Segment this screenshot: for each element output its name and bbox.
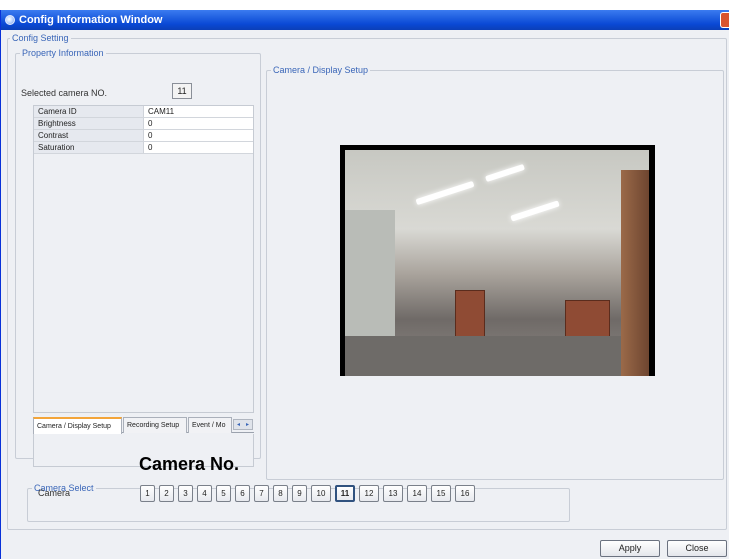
wall-panel (345, 210, 395, 350)
camera-button-7[interactable]: 7 (254, 485, 269, 502)
property-key: Brightness (34, 118, 144, 129)
tab-event-motion[interactable]: Event / Mo (188, 417, 232, 433)
camera-button-12[interactable]: 12 (359, 485, 379, 502)
camera-button-15[interactable]: 15 (431, 485, 451, 502)
camera-button-3[interactable]: 3 (178, 485, 193, 502)
tab-scroll-buttons[interactable]: ◂ ▸ (233, 419, 253, 430)
property-grid: Camera ID CAM11 Brightness 0 Contrast 0 … (33, 105, 254, 413)
camera-button-13[interactable]: 13 (383, 485, 403, 502)
property-row[interactable]: Contrast 0 (34, 130, 253, 142)
pillar (621, 170, 649, 376)
close-button[interactable]: Close (667, 540, 727, 557)
camera-button-5[interactable]: 5 (216, 485, 231, 502)
selected-camera-label: Selected camera NO. (21, 88, 108, 98)
window-title: Config Information Window (19, 14, 163, 26)
property-value[interactable]: 0 (144, 142, 253, 153)
selected-camera-value: 11 (172, 83, 192, 99)
property-value[interactable]: 0 (144, 118, 253, 129)
camera-label: Camera (38, 488, 71, 498)
ceiling-light (485, 163, 525, 183)
config-information-window: Config Information Window Config Setting… (0, 10, 729, 559)
floor (345, 336, 649, 376)
camera-button-10[interactable]: 10 (311, 485, 331, 502)
camera-button-4[interactable]: 4 (197, 485, 212, 502)
tab-recording-setup[interactable]: Recording Setup (123, 417, 187, 433)
property-key: Camera ID (34, 106, 144, 117)
property-value[interactable]: CAM11 (144, 106, 253, 117)
ceiling-light (415, 180, 475, 206)
camera-button-1[interactable]: 1 (140, 485, 155, 502)
property-key: Contrast (34, 130, 144, 141)
property-value[interactable]: 0 (144, 130, 253, 141)
tab-camera-display-setup[interactable]: Camera / Display Setup (33, 417, 122, 434)
title-bar: Config Information Window (1, 10, 729, 30)
apply-button[interactable]: Apply (600, 540, 660, 557)
camera-button-14[interactable]: 14 (407, 485, 427, 502)
camera-button-9[interactable]: 9 (292, 485, 307, 502)
property-row[interactable]: Saturation 0 (34, 142, 253, 154)
camera-video-preview[interactable] (340, 145, 655, 376)
camera-display-setup-legend: Camera / Display Setup (271, 64, 371, 76)
camera-button-11[interactable]: 11 (335, 485, 355, 502)
camera-button-2[interactable]: 2 (159, 485, 174, 502)
setup-tab-strip: Camera / Display Setup Recording Setup E… (33, 417, 254, 434)
camera-no-annotation: Camera No. (139, 454, 240, 474)
arrow-right-icon[interactable]: ▸ (246, 421, 249, 428)
camera-live-image (345, 150, 649, 376)
property-row[interactable]: Brightness 0 (34, 118, 253, 130)
property-row[interactable]: Camera ID CAM11 (34, 106, 253, 118)
property-information-legend: Property Information (20, 47, 106, 59)
property-key: Saturation (34, 142, 144, 153)
camera-button-8[interactable]: 8 (273, 485, 288, 502)
close-window-icon[interactable] (720, 12, 729, 28)
config-setting-legend: Config Setting (10, 32, 71, 44)
window-app-icon (5, 15, 15, 25)
camera-button-6[interactable]: 6 (235, 485, 250, 502)
arrow-left-icon[interactable]: ◂ (237, 421, 240, 428)
ceiling-light (510, 200, 560, 222)
camera-button-16[interactable]: 16 (455, 485, 475, 502)
